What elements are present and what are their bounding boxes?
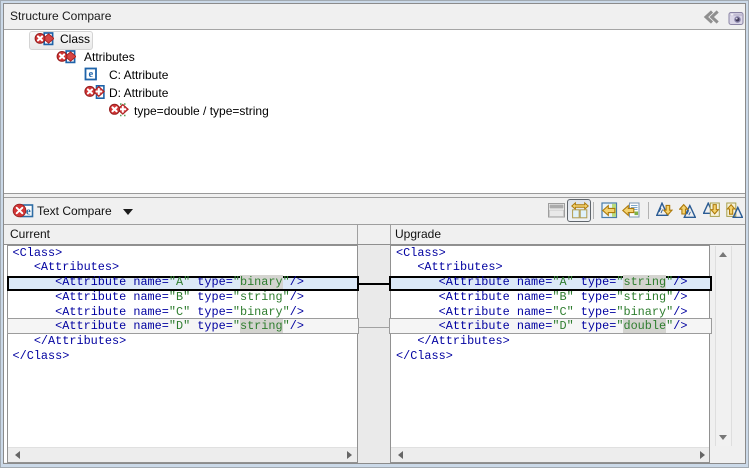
svg-text:e: e [88,69,93,80]
